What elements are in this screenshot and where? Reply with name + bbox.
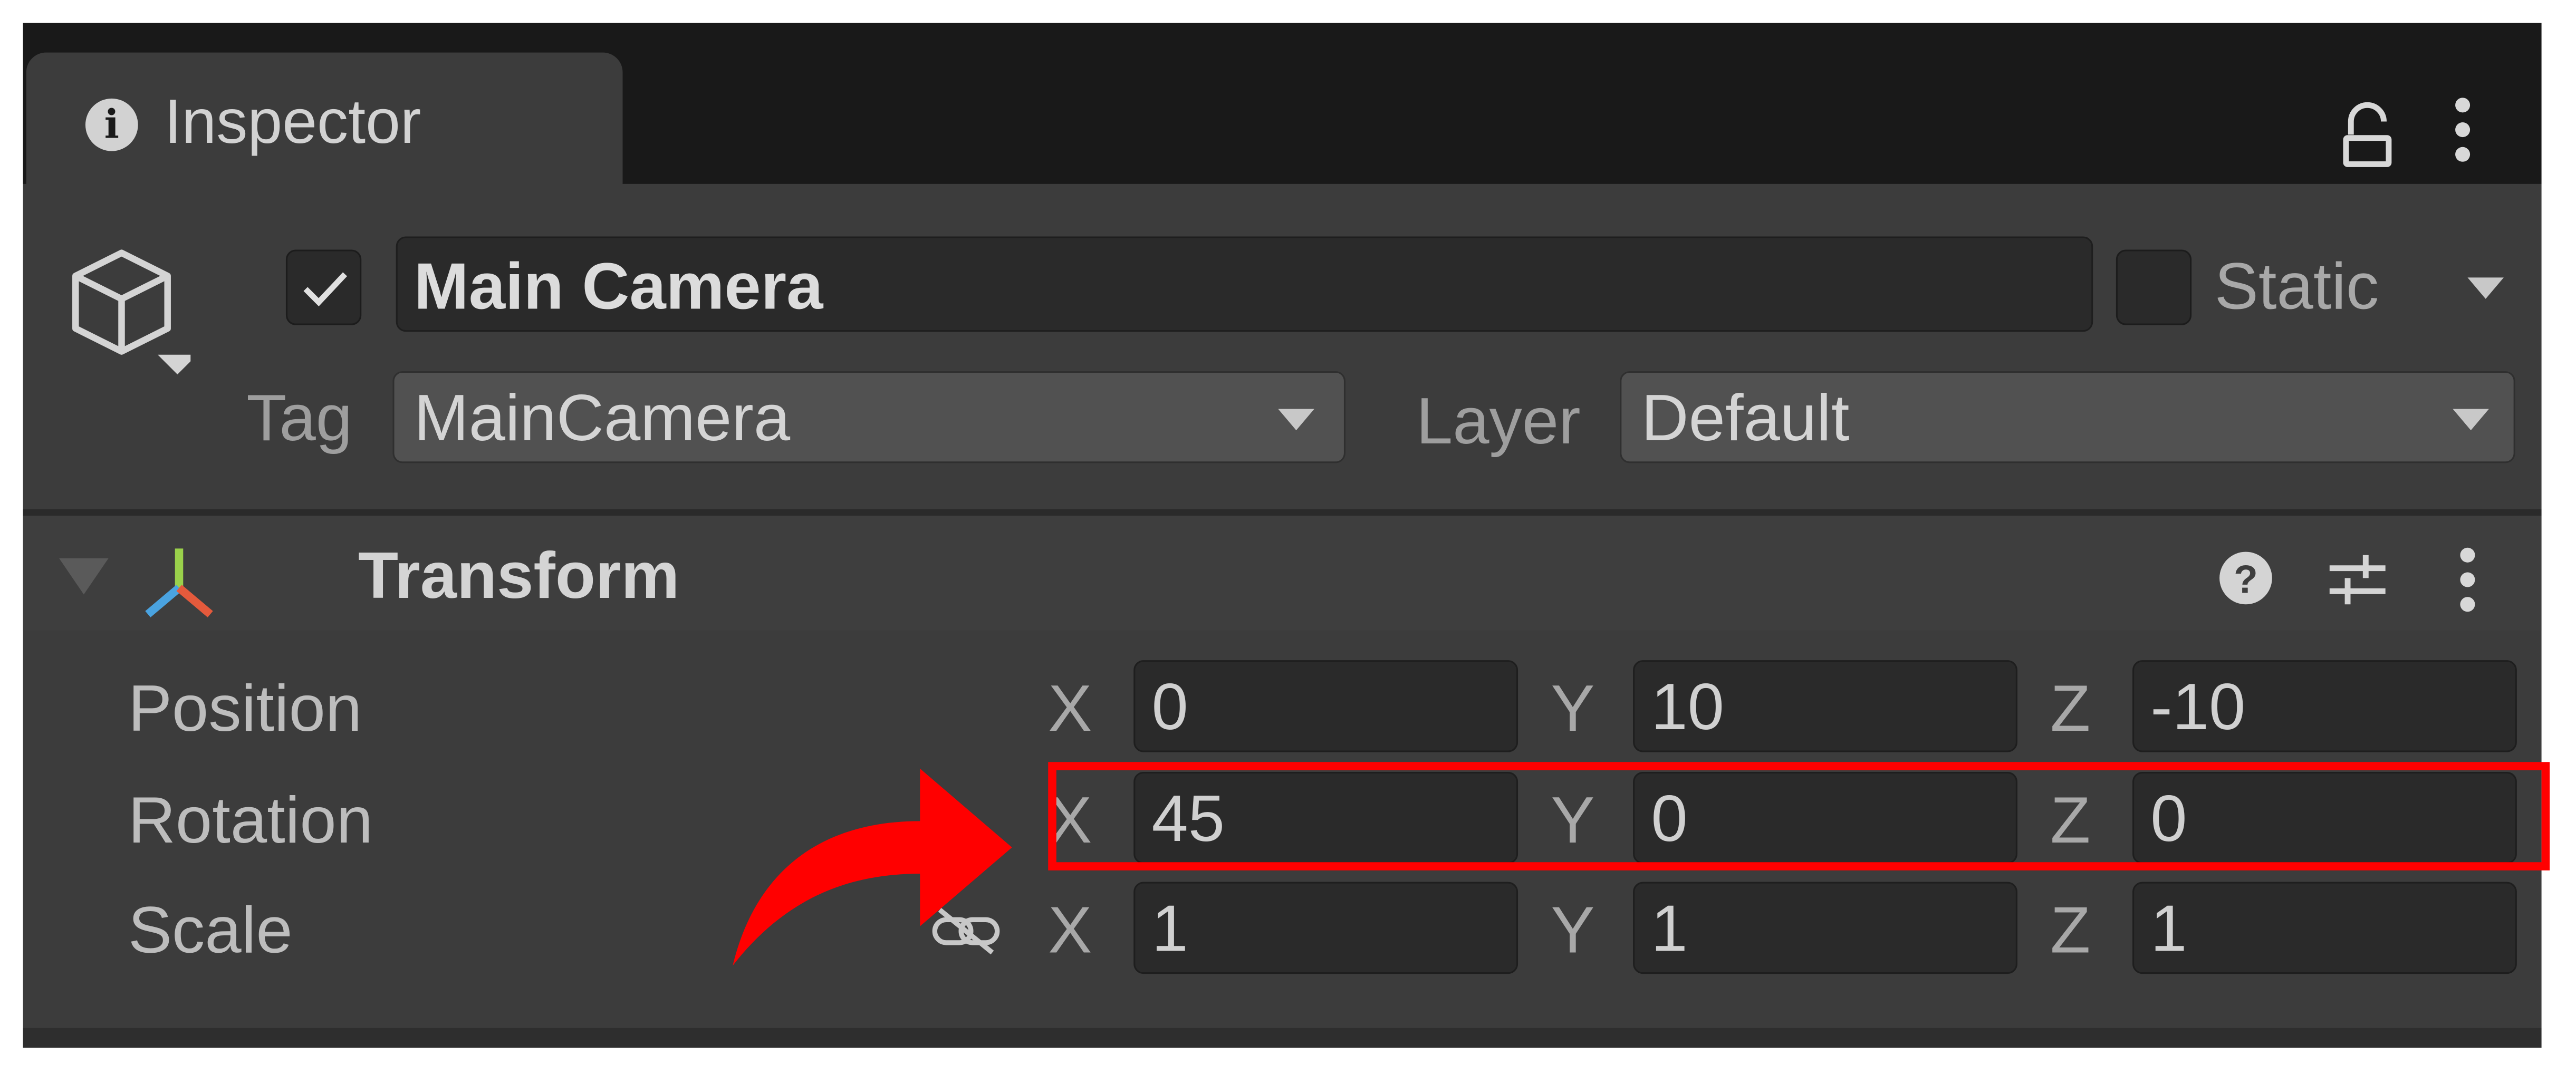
- layer-chevron-down-icon: [2453, 409, 2489, 431]
- static-dropdown-arrow-icon[interactable]: [2467, 277, 2504, 299]
- active-checkbox[interactable]: [285, 249, 362, 325]
- position-x-field[interactable]: 0: [1133, 660, 1518, 752]
- position-y-axis-label[interactable]: Y: [1551, 669, 1594, 751]
- static-label: Static: [2214, 251, 2379, 324]
- position-z-axis-label[interactable]: Z: [2050, 669, 2090, 751]
- svg-text:?: ?: [2234, 557, 2258, 601]
- transform-title: Transform: [358, 540, 680, 613]
- layer-dropdown-value: Default: [1641, 382, 1850, 455]
- position-x-value: 0: [1151, 671, 1188, 744]
- position-x-axis-label[interactable]: X: [1048, 669, 1092, 751]
- scale-label: Scale: [128, 895, 293, 967]
- scale-x-value: 1: [1151, 893, 1188, 966]
- scale-y-field[interactable]: 1: [1633, 882, 2017, 974]
- layer-dropdown[interactable]: Default: [1620, 371, 2515, 463]
- component-kebab-icon[interactable]: [2453, 542, 2482, 617]
- red-arrow-annotation: [733, 768, 1012, 966]
- help-icon[interactable]: ?: [2218, 550, 2274, 606]
- position-label: Position: [128, 673, 362, 746]
- scale-y-axis-label[interactable]: Y: [1551, 890, 1594, 972]
- gameobject-cube-icon[interactable]: [59, 243, 191, 381]
- static-checkbox[interactable]: [2116, 249, 2192, 325]
- scale-z-field[interactable]: 1: [2132, 882, 2517, 974]
- position-y-field[interactable]: 10: [1633, 660, 2017, 752]
- scale-z-axis-label[interactable]: Z: [2050, 890, 2090, 972]
- presets-sliders-icon[interactable]: [2327, 548, 2389, 607]
- rotation-label: Rotation: [128, 785, 373, 857]
- tag-label: Tag: [246, 382, 353, 455]
- lock-icon[interactable]: [2339, 102, 2395, 174]
- position-y-value: 10: [1651, 671, 1724, 744]
- gameobject-name-field[interactable]: Main Camera: [396, 236, 2093, 332]
- tag-chevron-down-icon: [1278, 409, 1314, 431]
- kebab-menu-icon[interactable]: [2448, 92, 2477, 167]
- scale-z-value: 1: [2150, 893, 2187, 966]
- tab-inspector-label: Inspector: [164, 89, 421, 158]
- header-divider: [23, 509, 2542, 516]
- layer-label: Layer: [1416, 385, 1581, 459]
- scale-x-axis-label[interactable]: X: [1048, 890, 1092, 972]
- footer-divider: [23, 1028, 2542, 1048]
- inspector-panel: i Inspector Main Camera Static Tag MainC…: [23, 23, 2542, 1048]
- tag-dropdown[interactable]: MainCamera: [392, 371, 1346, 463]
- gameobject-name-value: Main Camera: [414, 251, 823, 324]
- stage: i Inspector Main Camera Static Tag MainC…: [0, 0, 2576, 1074]
- transform-axes-icon: [145, 548, 213, 617]
- position-z-field[interactable]: -10: [2132, 660, 2517, 752]
- scale-y-value: 1: [1651, 893, 1688, 966]
- scale-x-field[interactable]: 1: [1133, 882, 1518, 974]
- checkmark-icon: [303, 272, 348, 306]
- collapse-triangle-icon[interactable]: [59, 558, 109, 595]
- info-icon: i: [85, 98, 138, 151]
- rotation-highlight-box: [1048, 762, 2550, 870]
- position-z-value: -10: [2150, 671, 2246, 744]
- tag-dropdown-value: MainCamera: [414, 382, 791, 455]
